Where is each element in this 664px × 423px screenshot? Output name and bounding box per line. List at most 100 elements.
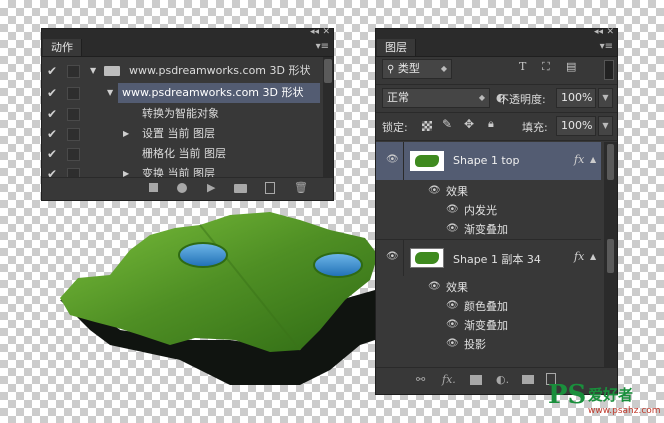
- play-icon[interactable]: ▶: [207, 181, 215, 194]
- watermark: PS 爱好者 www.psahz.com: [548, 380, 664, 423]
- effects-label: 效果: [446, 185, 468, 198]
- lock-transparent-icon[interactable]: [422, 121, 432, 131]
- close-icon[interactable]: ✕: [322, 27, 330, 37]
- scroll-thumb[interactable]: [324, 59, 332, 83]
- close-icon[interactable]: ✕: [606, 27, 614, 37]
- folder-icon[interactable]: [234, 184, 247, 193]
- checkmark-icon[interactable]: ✔: [47, 64, 59, 78]
- smart-object-filter-icon[interactable]: ▤: [566, 60, 576, 73]
- collapse-icon[interactable]: ◂◂: [594, 27, 603, 37]
- visibility-eye-icon[interactable]: 👁︎: [446, 204, 459, 215]
- filter-kind-select[interactable]: ⚲ 类型 ◆: [382, 59, 452, 79]
- checkmark-icon[interactable]: ✔: [47, 107, 59, 121]
- visibility-eye-icon[interactable]: 👁︎: [446, 319, 459, 330]
- scroll-thumb[interactable]: [607, 144, 614, 180]
- checkmark-icon[interactable]: ✔: [47, 86, 59, 100]
- effects-group: 👁︎ 效果 👁︎ 内发光 👁︎ 渐变叠加: [376, 180, 601, 238]
- dialog-toggle[interactable]: [67, 128, 80, 141]
- effect-item[interactable]: 渐变叠加: [464, 317, 508, 333]
- layer-row-selected[interactable]: 👁︎ Shape 1 top fx ▲: [376, 142, 601, 180]
- scroll-thumb[interactable]: [607, 239, 614, 273]
- record-icon[interactable]: [177, 183, 187, 193]
- effect-item[interactable]: 投影: [464, 336, 486, 352]
- new-action-icon[interactable]: [265, 182, 275, 194]
- panel-header: ◂◂ ✕: [42, 27, 333, 39]
- chevron-down-icon[interactable]: ▼: [107, 83, 113, 103]
- dialog-toggle[interactable]: [67, 87, 80, 100]
- layers-scrollbar[interactable]: [604, 142, 617, 369]
- effect-item[interactable]: 渐变叠加: [464, 221, 508, 237]
- pond-1: [178, 242, 228, 268]
- chevron-right-icon[interactable]: ▶: [123, 164, 129, 178]
- divider: [403, 240, 404, 276]
- divider: [376, 84, 617, 85]
- panel-menu-icon[interactable]: ▾≡: [600, 41, 613, 52]
- visibility-eye-icon[interactable]: 👁︎: [386, 154, 399, 165]
- panel-header: ◂◂ ✕: [376, 27, 617, 39]
- effects-label: 效果: [446, 281, 468, 294]
- layer-name[interactable]: Shape 1 副本 34: [453, 251, 541, 267]
- chevron-down-icon[interactable]: ▼: [90, 61, 96, 81]
- mask-icon[interactable]: [470, 375, 482, 385]
- collapse-effects-icon[interactable]: ▲: [590, 155, 596, 164]
- fx-icon[interactable]: fx: [574, 153, 584, 166]
- blend-mode-value: 正常: [387, 91, 409, 104]
- layer-thumbnail[interactable]: [410, 151, 444, 171]
- layer-row[interactable]: 👁︎ Shape 1 副本 34 fx ▲: [376, 240, 601, 276]
- collapse-effects-icon[interactable]: ▲: [590, 252, 596, 261]
- watermark-brand: PS: [548, 380, 587, 410]
- visibility-eye-icon[interactable]: 👁︎: [386, 251, 399, 262]
- layer-thumbnail[interactable]: [410, 248, 444, 268]
- action-step[interactable]: ✔ 栅格化 当前 图层: [42, 144, 333, 164]
- folder-icon: [104, 66, 120, 76]
- visibility-eye-icon[interactable]: 👁︎: [446, 300, 459, 311]
- checkmark-icon[interactable]: ✔: [47, 147, 59, 161]
- group-icon[interactable]: [522, 375, 534, 384]
- action-step[interactable]: ✔ ▶ 变换 当前 图层: [42, 164, 333, 178]
- tab-layers[interactable]: 图层: [377, 39, 416, 56]
- dialog-toggle[interactable]: [67, 148, 80, 161]
- collapse-icon[interactable]: ◂◂: [310, 27, 319, 37]
- filter-toggle[interactable]: [604, 60, 614, 80]
- action-step[interactable]: ✔ ▶ 设置 当前 图层: [42, 124, 333, 144]
- actions-scrollbar[interactable]: [323, 57, 333, 177]
- opacity-dropdown[interactable]: ▼: [598, 88, 613, 108]
- effects-group: 👁︎ 效果 👁︎ 颜色叠加 👁︎ 渐变叠加 👁︎ 投影: [376, 276, 601, 354]
- visibility-eye-icon[interactable]: 👁︎: [446, 223, 459, 234]
- tab-actions[interactable]: 动作: [43, 39, 82, 56]
- filter-kind-value: 类型: [397, 62, 420, 75]
- brush-icon[interactable]: ✎: [442, 117, 452, 131]
- visibility-eye-icon[interactable]: 👁︎: [428, 281, 441, 292]
- lock-icon[interactable]: 🔒︎: [488, 117, 494, 131]
- action-row-selected[interactable]: ✔ ▼ www.psdreamworks.com 3D 形状: [42, 83, 333, 103]
- fill-input[interactable]: 100%: [556, 116, 596, 136]
- delete-icon[interactable]: 🗑: [294, 181, 308, 194]
- visibility-eye-icon[interactable]: 👁︎: [446, 338, 459, 349]
- blend-mode-select[interactable]: 正常 ◆: [382, 88, 490, 108]
- visibility-eye-icon[interactable]: 👁︎: [428, 185, 441, 196]
- fx-icon[interactable]: fx: [574, 250, 584, 263]
- action-row[interactable]: ✔ ▼ www.psdreamworks.com 3D 形状: [42, 61, 333, 81]
- chevron-right-icon[interactable]: ▶: [123, 124, 129, 144]
- move-icon[interactable]: ✥: [464, 117, 474, 131]
- step-label: 栅格化 当前 图层: [142, 147, 226, 160]
- step-label: 变换 当前 图层: [142, 167, 215, 178]
- dialog-toggle[interactable]: [67, 65, 80, 78]
- divider: [376, 140, 617, 141]
- divider: [376, 112, 617, 113]
- stop-icon[interactable]: [149, 183, 158, 192]
- type-filter-icon[interactable]: T: [519, 60, 526, 73]
- dialog-toggle[interactable]: [67, 108, 80, 121]
- action-step[interactable]: ✔ 转换为智能对象: [42, 104, 333, 124]
- panel-menu-icon[interactable]: ▾≡: [316, 41, 329, 52]
- shape-filter-icon[interactable]: ⛶: [542, 60, 550, 74]
- adjustment-icon[interactable]: ◐.: [496, 373, 509, 386]
- link-icon[interactable]: ⚯: [416, 373, 425, 386]
- opacity-input[interactable]: 100%: [556, 88, 596, 108]
- effect-item[interactable]: 颜色叠加: [464, 298, 508, 314]
- layer-name[interactable]: Shape 1 top: [453, 154, 519, 167]
- fx-icon[interactable]: fx.: [442, 373, 456, 386]
- fill-dropdown[interactable]: ▼: [598, 116, 613, 136]
- effect-item[interactable]: 内发光: [464, 202, 497, 218]
- checkmark-icon[interactable]: ✔: [47, 127, 59, 141]
